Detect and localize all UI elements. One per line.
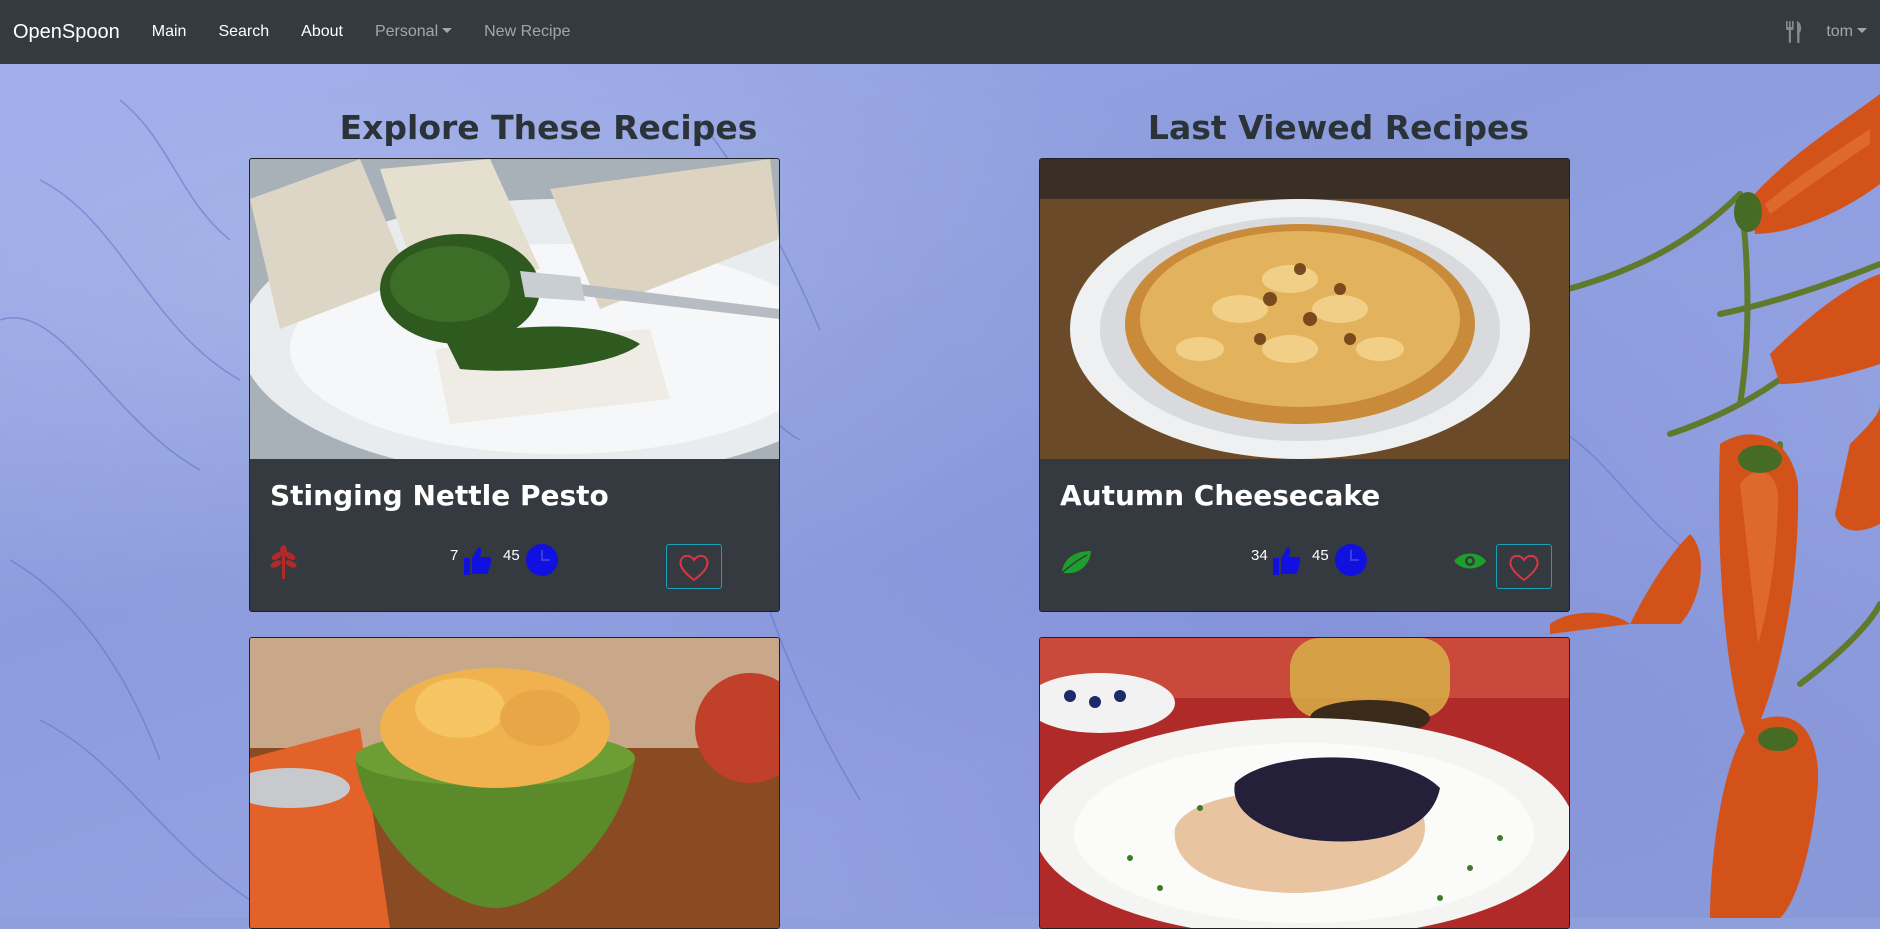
thumbs-up-icon[interactable] (1270, 545, 1302, 577)
favorite-button[interactable] (666, 544, 722, 589)
thumbs-up-icon[interactable] (461, 545, 493, 577)
nav-right: tom (1784, 21, 1867, 43)
recipe-card-ice-cream[interactable] (249, 637, 780, 929)
heart-icon (679, 554, 709, 581)
recipe-image-pork-chop[interactable] (1040, 638, 1569, 928)
brand-logo[interactable]: OpenSpoon (13, 21, 120, 44)
chilli-pepper-decoration (1550, 94, 1880, 918)
nav-dropdown-personal-label: Personal (374, 23, 439, 40)
herb-leaf-icon (270, 545, 297, 579)
card-body: Autumn Cheesecake 34 45 (1040, 459, 1569, 611)
cook-time: 45 (503, 547, 520, 564)
like-count: 7 (450, 547, 459, 564)
recipe-image-cheesecake[interactable] (1040, 159, 1569, 459)
nav-link-about[interactable]: About (301, 23, 343, 41)
clock-icon (526, 544, 558, 576)
last-viewed-title: Last Viewed Recipes (1147, 108, 1530, 148)
cook-time: 45 (1312, 547, 1329, 564)
nav-dropdown-personal[interactable]: Personal (375, 23, 452, 41)
nav-link-new-recipe[interactable]: New Recipe (484, 23, 570, 41)
recipe-image-ice-cream[interactable] (250, 638, 779, 928)
card-body: Stinging Nettle Pesto 7 45 (250, 459, 779, 611)
green-leaf-icon (1062, 551, 1091, 574)
recipe-card-autumn-cheesecake[interactable]: Autumn Cheesecake 34 45 (1039, 158, 1570, 612)
recipe-card-pork-chop[interactable] (1039, 637, 1570, 929)
recipe-title[interactable]: Stinging Nettle Pesto (270, 479, 609, 512)
viewed-eye-icon (1454, 553, 1486, 569)
heart-icon (1509, 554, 1539, 581)
top-navbar: OpenSpoon Main Search About Personal New… (0, 0, 1880, 64)
user-name: tom (1826, 23, 1853, 40)
nav-link-main[interactable]: Main (152, 23, 187, 41)
recipe-card-stinging-nettle-pesto[interactable]: Stinging Nettle Pesto 7 45 (249, 158, 780, 612)
nav-link-search[interactable]: Search (218, 23, 269, 41)
explore-title: Explore These Recipes (339, 108, 758, 148)
like-count: 34 (1251, 547, 1268, 564)
clock-icon (1335, 544, 1367, 576)
recipe-image-pesto[interactable] (250, 159, 779, 459)
utensils-icon[interactable] (1784, 21, 1804, 43)
favorite-button[interactable] (1496, 544, 1552, 589)
user-menu[interactable]: tom (1826, 23, 1867, 41)
recipe-title[interactable]: Autumn Cheesecake (1060, 479, 1380, 512)
